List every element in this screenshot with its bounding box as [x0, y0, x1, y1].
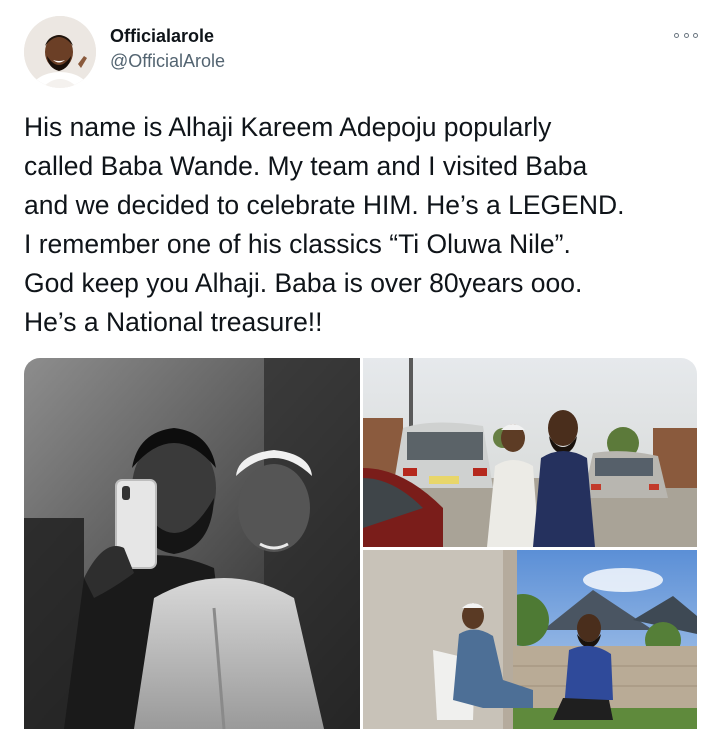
- tweet: Officialarole @OfficialArole His name is…: [0, 0, 720, 729]
- photo-seated-conversation[interactable]: [363, 550, 697, 729]
- dot: [674, 32, 679, 38]
- dot: [693, 32, 698, 38]
- dot: [683, 32, 689, 38]
- photo-outdoor-cars[interactable]: [363, 358, 697, 547]
- avatar-image: [24, 16, 96, 88]
- more-horizontal-icon[interactable]: [674, 28, 698, 42]
- media-grid: [24, 358, 697, 729]
- display-name[interactable]: Officialarole: [110, 26, 214, 47]
- tweet-text: His name is Alhaji Kareem Adepoju popula…: [24, 112, 625, 337]
- profile-avatar[interactable]: [24, 16, 96, 88]
- photo-selfie-bw[interactable]: [24, 358, 360, 729]
- user-handle[interactable]: @OfficialArole: [110, 51, 225, 72]
